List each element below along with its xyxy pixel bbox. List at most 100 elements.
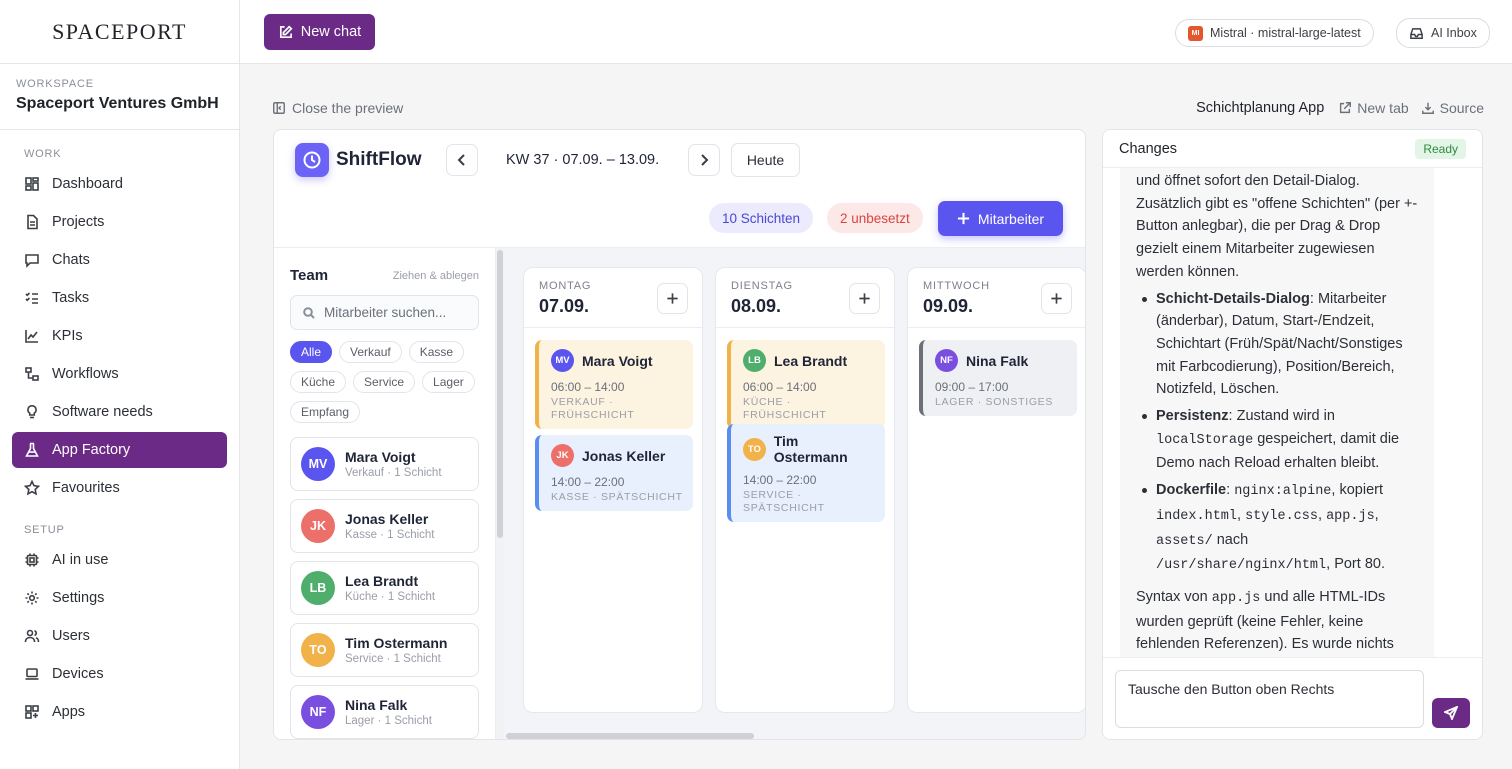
member-name: Nina Falk bbox=[345, 697, 408, 713]
filter-chips: Alle Verkauf Kasse Küche Service Lager Empfang bbox=[290, 341, 490, 423]
prev-week-button[interactable] bbox=[446, 144, 478, 176]
sidebar-item-app-factory[interactable]: App Factory bbox=[12, 432, 227, 468]
avatar: NF bbox=[301, 695, 335, 729]
download-icon bbox=[1421, 102, 1434, 114]
new-chat-label: New chat bbox=[300, 24, 362, 40]
member-name: Mara Voigt bbox=[345, 449, 416, 465]
shift-employee: Mara Voigt bbox=[582, 352, 653, 369]
member-card[interactable]: LB Lea Brandt Küche · 1 Schicht bbox=[290, 561, 479, 615]
sidebar-item-software-needs[interactable]: Software needs bbox=[12, 394, 227, 430]
shift-employee: Lea Brandt bbox=[774, 352, 848, 369]
sidebar-item-favourites[interactable]: Favourites bbox=[12, 470, 227, 506]
today-button[interactable]: Heute bbox=[731, 143, 800, 177]
member-card[interactable]: NF Nina Falk Lager · 1 Schicht bbox=[290, 685, 479, 739]
model-selector[interactable]: MI Mistral · mistral-large-latest bbox=[1175, 19, 1374, 47]
shift-employee: Nina Falk bbox=[966, 352, 1029, 369]
member-name: Jonas Keller bbox=[345, 511, 429, 527]
day-name: MITTWOCH bbox=[923, 280, 990, 292]
app-preview: ShiftFlow KW 37 · 07.09. – 13.09. Heute … bbox=[273, 129, 1086, 740]
member-card[interactable]: JK Jonas Keller Kasse · 1 Schicht bbox=[290, 499, 479, 553]
week-label: KW 37 · 07.09. – 13.09. bbox=[506, 152, 660, 168]
shift-time: 14:00 – 22:00 bbox=[743, 473, 817, 487]
filter-chip-verkauf[interactable]: Verkauf bbox=[339, 341, 402, 363]
add-shift-button[interactable] bbox=[849, 283, 880, 314]
shift-time: 09:00 – 17:00 bbox=[935, 380, 1009, 394]
shift-card[interactable]: NF Nina Falk 09:00 – 17:00 LAGER · SONSTIGE… bbox=[919, 340, 1077, 416]
scrollbar-thumb[interactable] bbox=[497, 250, 503, 538]
filter-chip-service[interactable]: Service bbox=[353, 371, 416, 393]
shifts-count-badge: 10 Schichten bbox=[709, 203, 814, 233]
spaceport-logo[interactable]: SPACEPORT bbox=[0, 0, 239, 64]
sidebar-item-workflows[interactable]: Workflows bbox=[12, 356, 227, 392]
clock-icon bbox=[295, 143, 329, 177]
changes-panel: Changes Ready und öffnet sofort den Deta… bbox=[1102, 129, 1483, 740]
member-card[interactable]: TO Tim Ostermann Service · 1 Schicht bbox=[290, 623, 479, 677]
preview-bar: Close the preview Schichtplanung App New… bbox=[272, 96, 1484, 120]
app-brand: ShiftFlow bbox=[336, 149, 422, 170]
shift-card[interactable]: TO Tim Ostermann 14:00 – 22:00 SERVICE · SP… bbox=[727, 424, 885, 522]
search-placeholder: Mitarbeiter suchen... bbox=[324, 305, 447, 320]
sidebar-item-kpis[interactable]: KPIs bbox=[12, 318, 227, 354]
shift-card[interactable]: MV Mara Voigt 06:00 – 14:00 VERKAUF · FRÜHS… bbox=[535, 340, 693, 429]
close-preview-label: Close the preview bbox=[292, 100, 404, 116]
day-date: 09.09. bbox=[923, 296, 974, 316]
sidebar-item-settings[interactable]: Settings bbox=[12, 580, 227, 616]
sidebar-item-tasks[interactable]: Tasks bbox=[12, 280, 227, 316]
member-card[interactable]: MV Mara Voigt Verkauf · 1 Schicht bbox=[290, 437, 479, 491]
scrollbar-thumb[interactable] bbox=[506, 733, 754, 739]
employee-search-input[interactable]: Mitarbeiter suchen... bbox=[290, 295, 479, 330]
sidebar: SPACEPORT WORKSPACE Spaceport Ventures G… bbox=[0, 0, 240, 769]
sidebar-item-label: Workflows bbox=[52, 366, 119, 382]
filter-chip-empfang[interactable]: Empfang bbox=[290, 401, 361, 423]
next-week-button[interactable] bbox=[688, 144, 720, 176]
list-item: Persistenz: Zustand wird in localStorage… bbox=[1136, 405, 1418, 475]
filter-chip-lager[interactable]: Lager bbox=[422, 371, 475, 393]
filter-chip-alle[interactable]: Alle bbox=[290, 341, 333, 363]
schedule-board: MONTAG 07.09. MV Mara Voigt 06:00 – 14:00 VER… bbox=[504, 248, 1085, 739]
plus-icon bbox=[859, 293, 870, 304]
add-shift-button[interactable] bbox=[657, 283, 688, 314]
sidebar-item-label: KPIs bbox=[52, 328, 83, 344]
new-chat-button[interactable]: New chat bbox=[264, 14, 375, 50]
team-hint: Ziehen & ablegen bbox=[392, 270, 479, 282]
sidebar-item-ai-in-use[interactable]: AI in use bbox=[12, 542, 227, 578]
flask-icon bbox=[25, 442, 39, 457]
message-input[interactable]: Tausche den Button oben Rechts bbox=[1115, 670, 1424, 728]
ai-inbox-button[interactable]: AI Inbox bbox=[1396, 18, 1490, 48]
new-tab-link[interactable]: New tab bbox=[1338, 100, 1409, 116]
workspace-switcher[interactable]: WORKSPACE Spaceport Ventures GmbH bbox=[0, 64, 239, 130]
dashboard-icon bbox=[25, 177, 39, 191]
sidebar-item-label: Software needs bbox=[52, 404, 153, 420]
apps-icon bbox=[25, 705, 39, 719]
send-button[interactable] bbox=[1432, 698, 1470, 728]
filter-chip-kasse[interactable]: Kasse bbox=[408, 341, 465, 363]
sidebar-item-users[interactable]: Users bbox=[12, 618, 227, 654]
add-shift-button[interactable] bbox=[1041, 283, 1072, 314]
sidebar-item-label: Settings bbox=[52, 590, 105, 606]
sidebar-item-chats[interactable]: Chats bbox=[12, 242, 227, 278]
sidebar-item-dashboard[interactable]: Dashboard bbox=[12, 166, 227, 202]
panel-icon bbox=[273, 102, 285, 114]
source-link[interactable]: Source bbox=[1421, 100, 1484, 116]
chevron-left-icon bbox=[457, 154, 465, 166]
chat-composer: Tausche den Button oben Rechts bbox=[1103, 657, 1482, 739]
sidebar-item-apps[interactable]: Apps bbox=[12, 694, 227, 730]
shift-card[interactable]: LB Lea Brandt 06:00 – 14:00 KÜCHE · FRÜHSCH… bbox=[727, 340, 885, 429]
avatar: LB bbox=[743, 349, 766, 372]
mistral-icon: MI bbox=[1188, 25, 1203, 41]
add-employee-button[interactable]: Mitarbeiter bbox=[938, 201, 1063, 236]
close-preview-button[interactable]: Close the preview bbox=[272, 100, 403, 116]
filter-chip-küche[interactable]: Küche bbox=[290, 371, 347, 393]
avatar: JK bbox=[301, 509, 335, 543]
team-scrollbar[interactable] bbox=[496, 248, 504, 739]
avatar: NF bbox=[935, 349, 958, 372]
sidebar-item-label: Users bbox=[52, 628, 90, 644]
day-header: DIENSTAG 08.09. bbox=[716, 268, 894, 328]
sidebar-item-projects[interactable]: Projects bbox=[12, 204, 227, 240]
sidebar-item-label: App Factory bbox=[52, 442, 131, 458]
star-icon bbox=[24, 480, 40, 496]
changes-log[interactable]: und öffnet sofort den Detail-Dialog. Zus… bbox=[1120, 168, 1434, 657]
board-scrollbar[interactable] bbox=[504, 731, 1085, 739]
sidebar-item-devices[interactable]: Devices bbox=[12, 656, 227, 692]
shift-card[interactable]: JK Jonas Keller 14:00 – 22:00 KASSE · SPÄTS… bbox=[535, 435, 693, 511]
